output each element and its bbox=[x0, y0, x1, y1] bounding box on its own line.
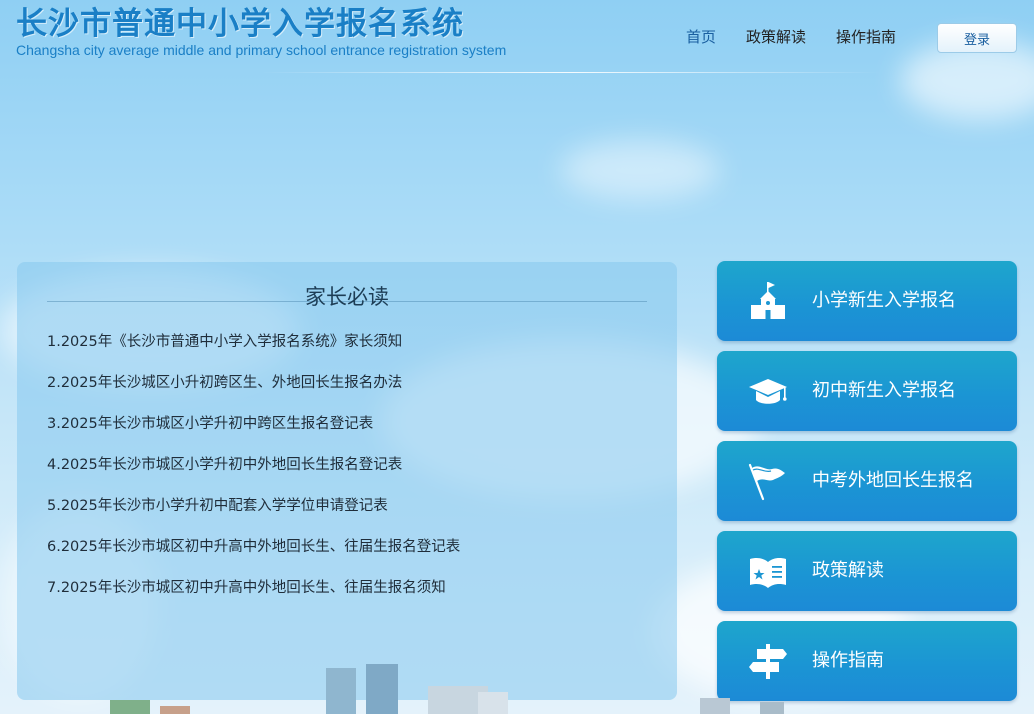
notice-link[interactable]: 3.2025年长沙市城区小学升初中跨区生报名登记表 bbox=[47, 414, 460, 455]
header-divider bbox=[260, 72, 880, 73]
city-skyline bbox=[0, 660, 1034, 714]
top-nav: 首页 政策解读 操作指南 bbox=[686, 26, 926, 47]
notice-link[interactable]: 7.2025年长沙市城区初中升高中外地回长生、往届生报名须知 bbox=[47, 578, 460, 619]
notice-link[interactable]: 6.2025年长沙市城区初中升高中外地回长生、往届生报名登记表 bbox=[47, 537, 460, 578]
notice-link[interactable]: 1.2025年《长沙市普通中小学入学报名系统》家长须知 bbox=[47, 332, 460, 373]
junior-enroll-button[interactable]: 初中新生入学报名 bbox=[717, 351, 1017, 431]
building bbox=[326, 668, 356, 714]
notice-link[interactable]: 4.2025年长沙市城区小学升初中外地回长生报名登记表 bbox=[47, 455, 460, 496]
nav-item-home[interactable]: 首页 bbox=[686, 26, 716, 47]
site-header: 长沙市普通中小学入学报名系统 Changsha city average mid… bbox=[0, 0, 1034, 73]
site-logo[interactable]: 长沙市普通中小学入学报名系统 Changsha city average mid… bbox=[16, 6, 506, 58]
notice-link[interactable]: 5.2025年长沙市小学升初中配套入学学位申请登记表 bbox=[47, 496, 460, 537]
open-book-icon bbox=[747, 551, 789, 591]
building bbox=[160, 706, 190, 714]
notice-list: 1.2025年《长沙市普通中小学入学报名系统》家长须知 2.2025年长沙城区小… bbox=[47, 332, 460, 619]
graduation-cap-icon bbox=[747, 371, 789, 411]
building bbox=[478, 692, 508, 714]
quick-link-label: 小学新生入学报名 bbox=[812, 290, 956, 311]
building bbox=[700, 698, 730, 714]
cloud-decoration bbox=[560, 140, 720, 200]
primary-enroll-button[interactable]: 小学新生入学报名 bbox=[717, 261, 1017, 341]
school-building-icon bbox=[747, 281, 789, 321]
nav-item-policy[interactable]: 政策解读 bbox=[746, 26, 806, 47]
quick-link-label: 政策解读 bbox=[812, 560, 884, 581]
policy-button[interactable]: 政策解读 bbox=[717, 531, 1017, 611]
building bbox=[760, 702, 784, 714]
notice-header: 家长必读 bbox=[47, 282, 647, 312]
building bbox=[366, 664, 398, 714]
notice-panel: 家长必读 1.2025年《长沙市普通中小学入学报名系统》家长须知 2.2025年… bbox=[17, 262, 677, 700]
quick-link-label: 中考外地回长生报名 bbox=[812, 470, 974, 491]
building bbox=[110, 700, 150, 714]
notice-title: 家长必读 bbox=[305, 285, 389, 309]
returnee-exam-button[interactable]: 中考外地回长生报名 bbox=[717, 441, 1017, 521]
login-button[interactable]: 登录 bbox=[937, 23, 1017, 53]
flag-icon bbox=[747, 461, 789, 501]
notice-link[interactable]: 2.2025年长沙城区小升初跨区生、外地回长生报名办法 bbox=[47, 373, 460, 414]
nav-item-guide[interactable]: 操作指南 bbox=[836, 26, 896, 47]
quick-links: 小学新生入学报名 初中新生入学报名 中考外地回长生报名 政策解读 操作指南 bbox=[717, 261, 1017, 711]
quick-link-label: 初中新生入学报名 bbox=[812, 380, 956, 401]
site-subtitle: Changsha city average middle and primary… bbox=[16, 42, 507, 58]
site-title: 长沙市普通中小学入学报名系统 bbox=[16, 6, 464, 42]
